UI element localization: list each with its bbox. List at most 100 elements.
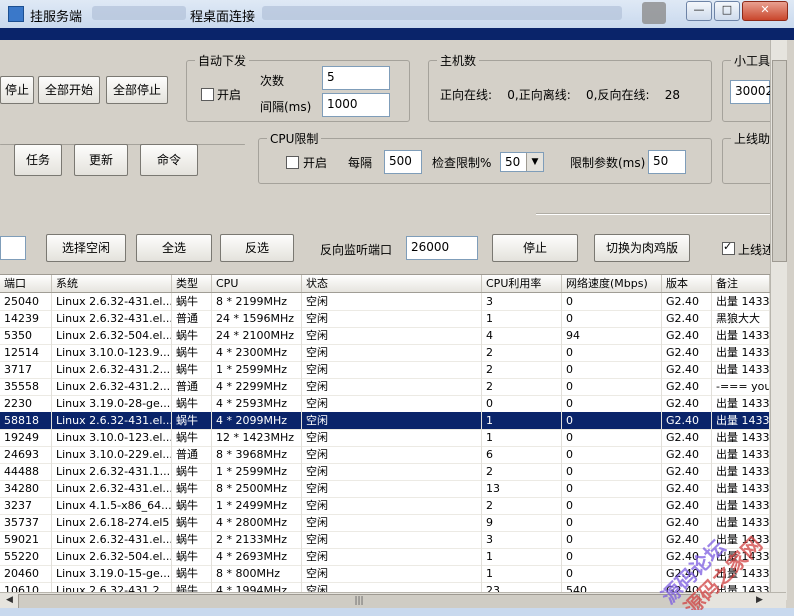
table-cell: 58818 xyxy=(0,412,52,429)
table-cell: Linux 2.6.18-274.el5 xyxy=(52,514,172,531)
table-row[interactable]: 20460 Linux 3.19.0-15-ge... 蜗牛 8 * 800MHz 空闲… xyxy=(0,565,770,583)
listen-port-input[interactable]: 26000 xyxy=(406,236,478,260)
table-cell: 14239 xyxy=(0,310,52,327)
table-cell: 3 xyxy=(482,531,562,548)
table-cell: 空闲 xyxy=(302,480,482,497)
table-cell: 蜗牛 xyxy=(172,327,212,344)
limit-param-input[interactable]: 50 xyxy=(648,150,686,174)
invert-selection-button[interactable]: 反选 xyxy=(220,234,294,262)
table-row[interactable]: 12514 Linux 3.10.0-123.9.... 蜗牛 4 * 2300MHz… xyxy=(0,344,770,362)
count-input[interactable]: 5 xyxy=(322,66,390,90)
column-header[interactable]: 状态 xyxy=(302,275,482,292)
interval-input[interactable]: 1000 xyxy=(322,93,390,117)
table-row[interactable]: 59021 Linux 2.6.32-431.el... 蜗牛 2 * 2133MHz… xyxy=(0,531,770,549)
table-row[interactable]: 3717 Linux 2.6.32-431.2.... 蜗牛 1 * 2599MHz 空… xyxy=(0,361,770,379)
column-header[interactable]: 版本 xyxy=(662,275,712,292)
start-all-button[interactable]: 全部开始 xyxy=(38,76,100,104)
vertical-scroll-thumb[interactable] xyxy=(772,60,787,262)
table-cell: 4 * 2800MHz xyxy=(212,514,302,531)
table-row[interactable]: 58818 Linux 2.6.32-431.el... 蜗牛 4 * 2099MHz… xyxy=(0,412,770,430)
task-button[interactable]: 任务 xyxy=(14,144,62,176)
command-button[interactable]: 命令 xyxy=(140,144,198,176)
stop-all-button[interactable]: 全部停止 xyxy=(106,76,168,104)
table-cell: 1 xyxy=(482,310,562,327)
check-limit-select[interactable]: 50 ▼ xyxy=(500,152,544,172)
switch-mode-button[interactable]: 切换为肉鸡版 xyxy=(594,234,690,262)
column-header[interactable]: 端口 xyxy=(0,275,52,292)
table-cell: 0 xyxy=(562,565,662,582)
redacted-region xyxy=(262,6,622,20)
table-cell: 94 xyxy=(562,327,662,344)
scroll-left-icon[interactable]: ◀ xyxy=(2,594,17,607)
table-cell: 出量 1433 xyxy=(712,293,770,310)
table-row[interactable]: 19249 Linux 3.10.0-123.el... 蜗牛 12 * 1423MH… xyxy=(0,429,770,447)
column-header[interactable]: 网络速度(Mbps) xyxy=(562,275,662,292)
table-row[interactable]: 34280 Linux 2.6.32-431.el... 蜗牛 8 * 2500MHz… xyxy=(0,480,770,498)
divider xyxy=(536,213,770,215)
every-input[interactable]: 500 xyxy=(384,150,422,174)
vertical-scrollbar[interactable] xyxy=(770,40,787,600)
horizontal-scrollbar[interactable]: ◀ ||| ▶ xyxy=(0,592,786,609)
table-row[interactable]: 55220 Linux 2.6.32-504.el... 蜗牛 4 * 2693MHz… xyxy=(0,548,770,566)
auto-dispatch-enable-checkbox[interactable] xyxy=(201,88,214,101)
table-cell: 1 xyxy=(482,565,562,582)
table-cell: 黑狼大大 xyxy=(712,310,770,327)
table-cell: 12514 xyxy=(0,344,52,361)
select-all-button[interactable]: 全选 xyxy=(136,234,212,262)
check-limit-value: 50 xyxy=(505,155,521,169)
table-row[interactable]: 35558 Linux 2.6.32-431.2.... 普通 4 * 2299MHz… xyxy=(0,378,770,396)
table-cell: 蜗牛 xyxy=(172,480,212,497)
table-cell: 0 xyxy=(562,310,662,327)
cpu-limit-enable-checkbox[interactable] xyxy=(286,156,299,169)
table-cell: 1 * 2599MHz xyxy=(212,361,302,378)
table-cell: G2.40 xyxy=(662,412,712,429)
scroll-right-icon[interactable]: ▶ xyxy=(752,594,767,607)
tools-input[interactable]: 30002 xyxy=(730,80,773,104)
listen-stop-button[interactable]: 停止 xyxy=(492,234,578,262)
table-cell: G2.40 xyxy=(662,446,712,463)
table-cell: 2 xyxy=(482,463,562,480)
table-cell: 1 xyxy=(482,548,562,565)
close-button[interactable]: ✕ xyxy=(742,1,788,21)
table-row[interactable]: 44488 Linux 2.6.32-431.1.... 蜗牛 1 * 2599MHz… xyxy=(0,463,770,481)
chevron-down-icon[interactable]: ▼ xyxy=(526,153,543,171)
table-cell: Linux 2.6.32-431.el... xyxy=(52,293,172,310)
table-cell: 空闲 xyxy=(302,548,482,565)
table-row[interactable]: 25040 Linux 2.6.32-431.el... 蜗牛 8 * 2199MHz… xyxy=(0,293,770,311)
column-header[interactable]: 类型 xyxy=(172,275,212,292)
table-row[interactable]: 2230 Linux 3.19.0-28-ge... 蜗牛 4 * 2593MHz 空闲… xyxy=(0,395,770,413)
table-row[interactable]: 35737 Linux 2.6.18-274.el5 蜗牛 4 * 2800MHz 空闲… xyxy=(0,514,770,532)
minimize-button[interactable]: — xyxy=(686,1,712,21)
table-cell: 2 xyxy=(482,361,562,378)
update-button[interactable]: 更新 xyxy=(74,144,128,176)
table-row[interactable]: 24693 Linux 3.10.0-229.el... 普通 8 * 3968MHz… xyxy=(0,446,770,464)
table-cell: 0 xyxy=(562,378,662,395)
table-row[interactable]: 14239 Linux 2.6.32-431.el... 普通 24 * 1596MH… xyxy=(0,310,770,328)
column-header[interactable]: CPU利用率 xyxy=(482,275,562,292)
horizontal-scroll-thumb[interactable]: ||| xyxy=(18,594,700,609)
table-row[interactable]: 3237 Linux 4.1.5-x86_64... 蜗牛 1 * 2499MHz 空闲… xyxy=(0,497,770,515)
column-header[interactable]: 备注 xyxy=(712,275,770,292)
column-header[interactable]: 系统 xyxy=(52,275,172,292)
table-cell: Linux 3.10.0-123.9.... xyxy=(52,344,172,361)
table-cell: 空闲 xyxy=(302,361,482,378)
table-cell: 蜗牛 xyxy=(172,293,212,310)
maximize-button[interactable]: □ xyxy=(714,1,740,21)
table-cell: G2.40 xyxy=(662,480,712,497)
window-titlebar: 挂服务端 程桌面连接 — □ ✕ xyxy=(0,0,794,29)
table-row[interactable]: 5350 Linux 2.6.32-504.el... 蜗牛 24 * 2100MHz… xyxy=(0,327,770,345)
table-cell: G2.40 xyxy=(662,395,712,412)
column-header[interactable]: CPU xyxy=(212,275,302,292)
online-checkbox[interactable] xyxy=(722,240,735,255)
table-cell: 蜗牛 xyxy=(172,514,212,531)
table-cell: 空闲 xyxy=(302,310,482,327)
select-idle-button[interactable]: 选择空闲 xyxy=(46,234,126,262)
table-cell: 0 xyxy=(562,412,662,429)
table-cell: 出量 1433 xyxy=(712,514,770,531)
stop-button[interactable]: 停止 xyxy=(0,76,34,104)
tools-legend: 小工具 xyxy=(731,52,774,69)
table-cell: 蜗牛 xyxy=(172,565,212,582)
partial-input[interactable] xyxy=(0,236,26,260)
table-cell: 蜗牛 xyxy=(172,531,212,548)
table-cell: 出量 1433 xyxy=(712,565,770,582)
